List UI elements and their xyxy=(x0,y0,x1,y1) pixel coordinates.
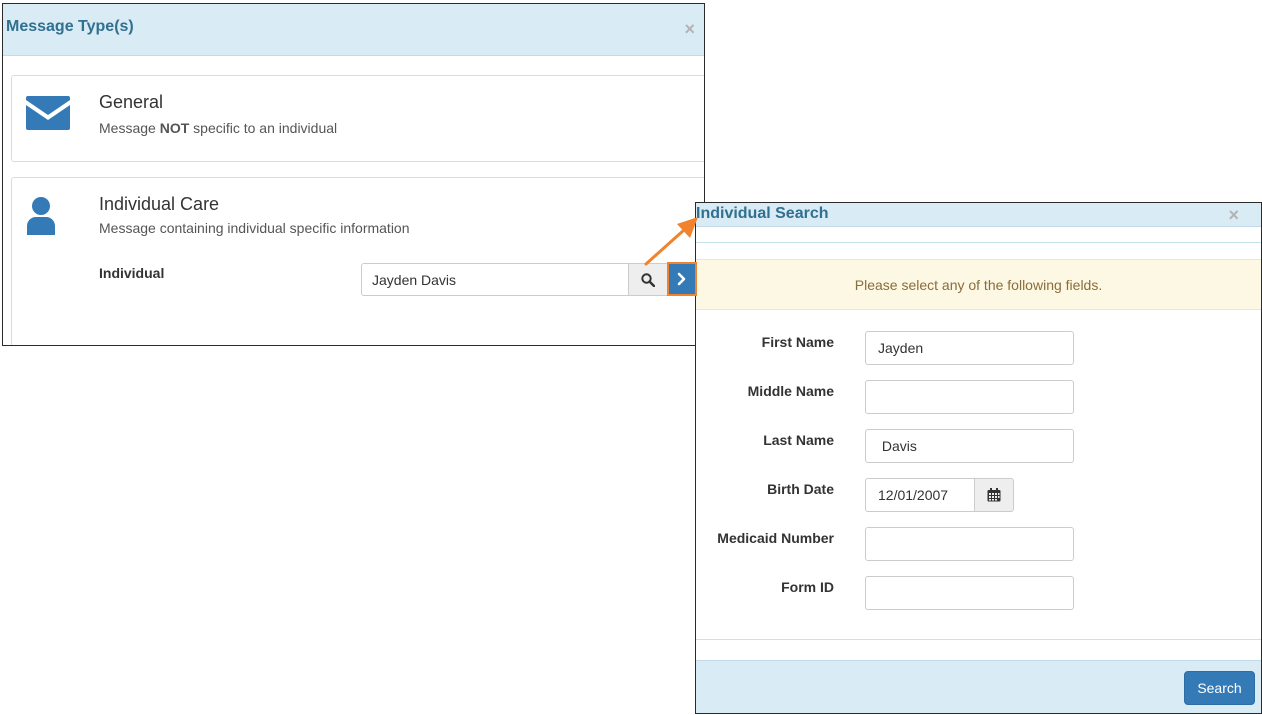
modal-footer: Search xyxy=(696,660,1261,713)
envelope-icon xyxy=(26,96,70,135)
calendar-button[interactable] xyxy=(974,478,1014,512)
birth-date-input[interactable] xyxy=(865,478,975,512)
last-name-row: Last Name xyxy=(696,429,1261,463)
modal-title: Individual Search xyxy=(696,205,829,222)
medicaid-number-input[interactable] xyxy=(865,527,1074,561)
modal-title: Message Type(s) xyxy=(6,18,134,35)
calendar-icon xyxy=(987,488,1001,502)
close-icon[interactable]: × xyxy=(684,20,695,38)
middle-name-input[interactable] xyxy=(865,380,1074,414)
birth-date-row: Birth Date xyxy=(696,478,1261,512)
individual-care-description: Message containing individual specific i… xyxy=(99,220,410,236)
individual-search-modal: Individual Search × Please select any of… xyxy=(695,202,1262,714)
general-description: Message NOT specific to an individual xyxy=(99,120,338,136)
general-title: General xyxy=(99,92,164,112)
individual-input[interactable] xyxy=(361,263,629,296)
divider xyxy=(696,242,1261,243)
message-types-modal: Message Type(s) × General Message NOT sp… xyxy=(2,3,705,346)
first-name-label: First Name xyxy=(761,334,834,350)
chevron-right-icon xyxy=(677,272,686,286)
middle-name-row: Middle Name xyxy=(696,380,1261,414)
form-id-row: Form ID xyxy=(696,576,1261,610)
general-type-card[interactable]: General Message NOT specific to an indiv… xyxy=(11,75,704,162)
search-button[interactable]: Search xyxy=(1184,671,1255,705)
callout-arrow-icon xyxy=(644,217,698,266)
close-icon[interactable]: × xyxy=(1228,206,1239,224)
search-icon xyxy=(641,272,655,287)
last-name-input[interactable] xyxy=(865,429,1074,463)
individual-label: Individual xyxy=(99,265,165,281)
individual-care-title: Individual Care xyxy=(99,194,220,214)
last-name-label: Last Name xyxy=(763,432,834,448)
modal-header: Individual Search × xyxy=(696,203,1261,227)
modal-header: Message Type(s) × xyxy=(3,4,704,56)
info-alert: Please select any of the following field… xyxy=(696,259,1261,310)
middle-name-label: Middle Name xyxy=(747,383,834,399)
form-id-input[interactable] xyxy=(865,576,1074,610)
first-name-row: First Name xyxy=(696,331,1261,365)
form-id-label: Form ID xyxy=(781,579,834,595)
user-icon xyxy=(25,197,57,240)
medicaid-number-label: Medicaid Number xyxy=(717,530,834,546)
birth-date-label: Birth Date xyxy=(767,481,834,497)
first-name-input[interactable] xyxy=(865,331,1074,365)
medicaid-number-row: Medicaid Number xyxy=(696,527,1261,561)
divider xyxy=(696,639,1261,640)
individual-care-type-card[interactable]: Individual Care Message containing indiv… xyxy=(11,177,704,345)
